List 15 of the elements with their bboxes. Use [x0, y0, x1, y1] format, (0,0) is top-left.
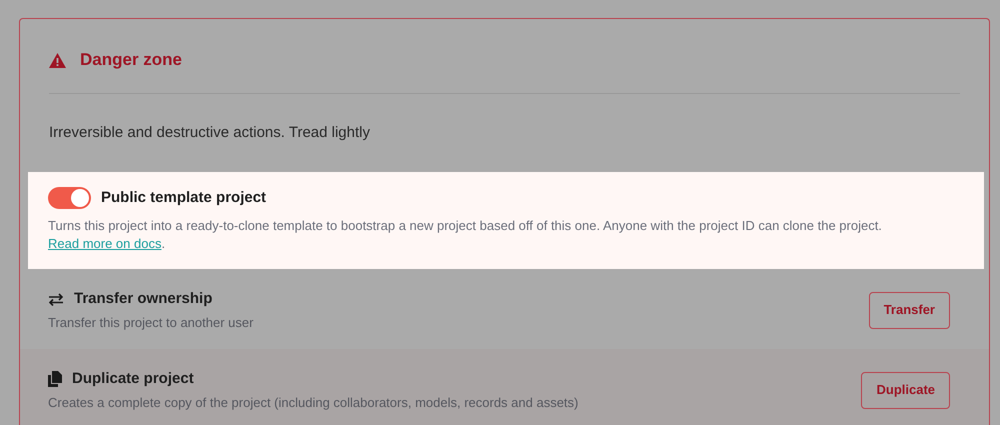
option-description: Turns this project into a ready-to-clone template to bootstrap a new project based off of this one. Anyone with the project ID can clone the project. Read more on docs. [48, 217, 883, 253]
action-button[interactable]: Duplicate [861, 372, 950, 408]
option-title: Public template project [101, 188, 266, 208]
action-button[interactable]: Transfer [868, 292, 950, 328]
swap-arrows-icon [48, 292, 64, 306]
section-title: Danger zone [80, 49, 182, 72]
docs-link[interactable]: Read more on docs [48, 236, 162, 251]
warning-icon [49, 52, 66, 68]
copy-icon [48, 371, 62, 388]
action-description: Transfer this project to another user [48, 314, 254, 332]
action-description: Creates a complete copy of the project (including collaborators, models, records and assets) [48, 394, 578, 412]
section-description: Irreversible and destructive actions. Tread lightly [49, 123, 371, 143]
action-title: Transfer ownership [74, 289, 212, 309]
toggle-switch[interactable] [48, 186, 91, 209]
action-title: Duplicate project [72, 369, 194, 389]
